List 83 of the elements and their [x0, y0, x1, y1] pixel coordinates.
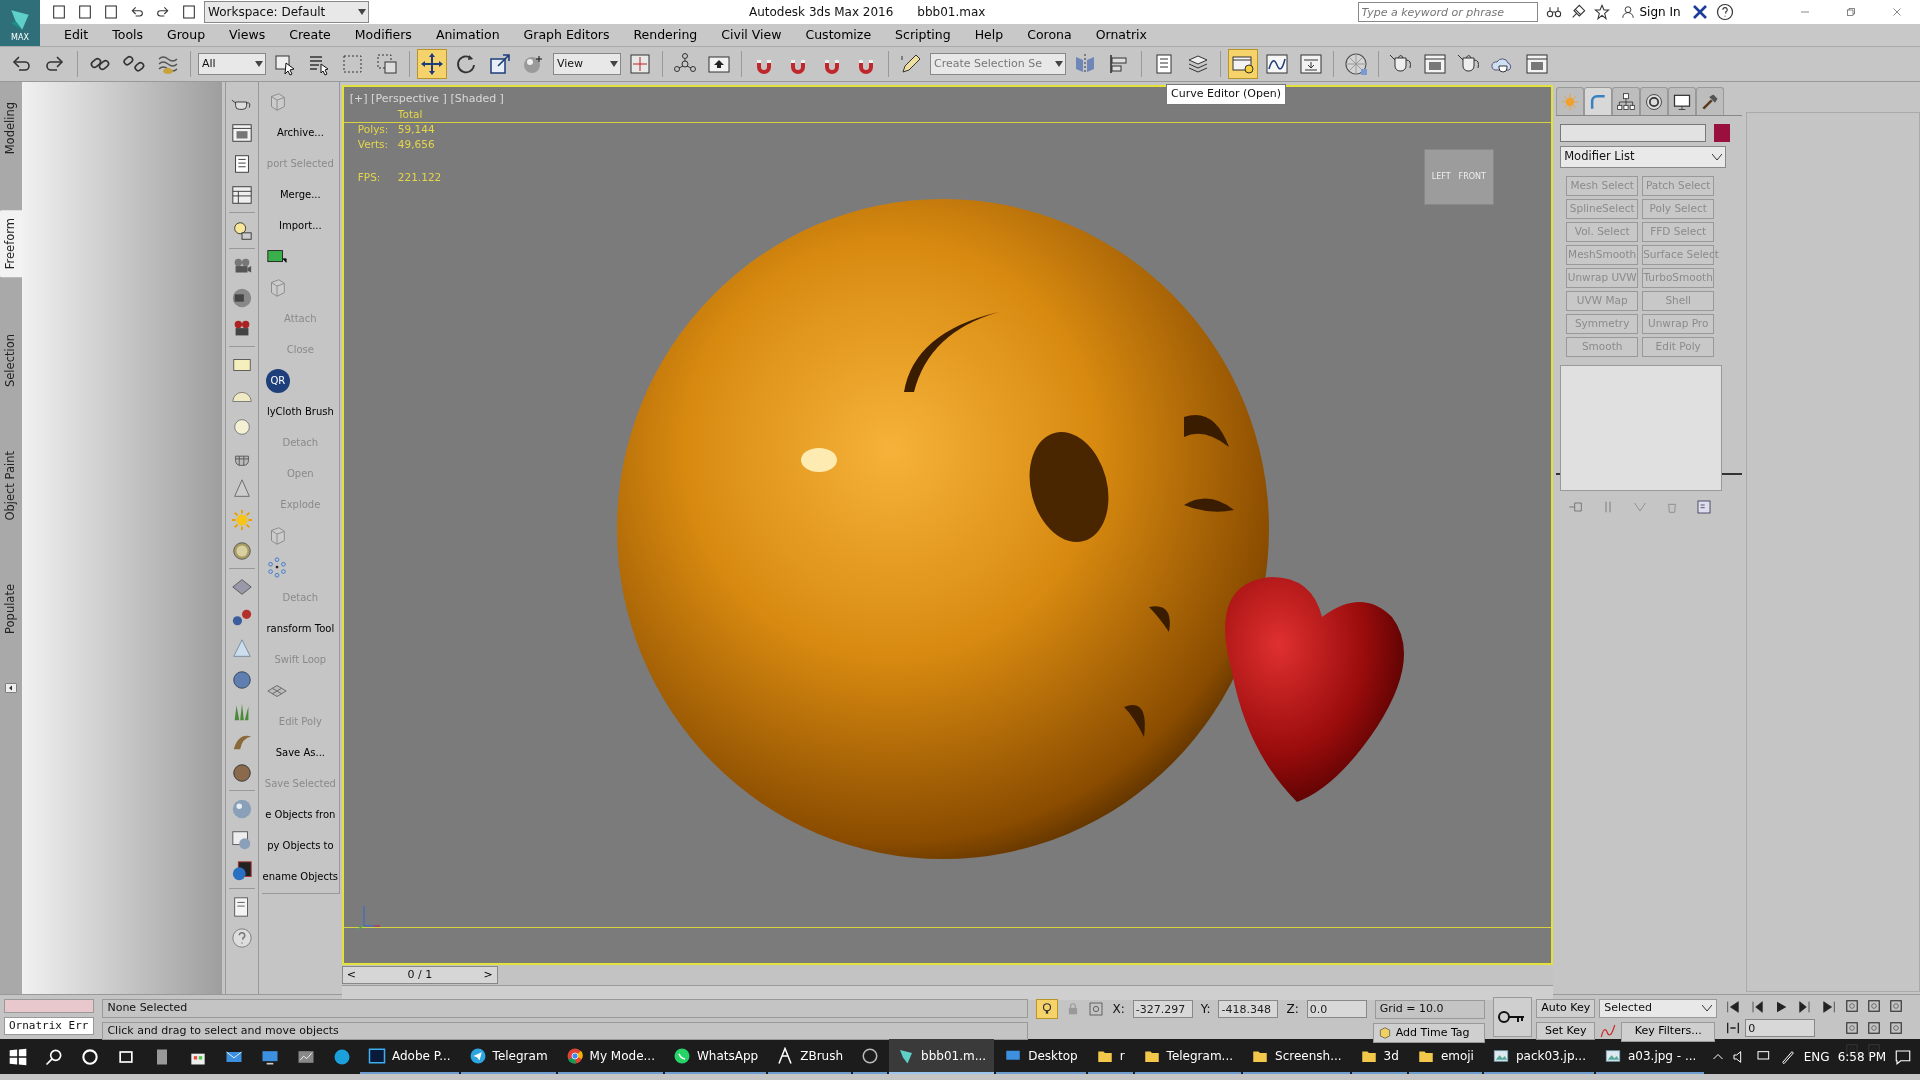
taskbar-item[interactable]: 3d	[1351, 1039, 1407, 1074]
menu-item[interactable]: Rendering	[621, 24, 710, 46]
set-key-button[interactable]: Set Key	[1536, 1021, 1596, 1040]
taskbar-item[interactable]: pack03.jp...	[1483, 1039, 1594, 1074]
stat-label: FPS:	[357, 170, 381, 185]
menu-item[interactable]: Create	[277, 24, 343, 46]
coordinate-field[interactable]: -327.297	[1132, 1000, 1193, 1018]
command-button[interactable]: lyCloth Brush	[261, 396, 339, 427]
add-time-tag-button[interactable]: Add Time Tag	[1372, 1023, 1485, 1043]
taskbar-item[interactable]: emoji	[1408, 1039, 1482, 1074]
ribbon-tab[interactable]: Populate	[0, 576, 23, 643]
menu-item[interactable]: Help	[962, 24, 1016, 46]
taskbar-item[interactable]: WhatsApp	[665, 1039, 767, 1074]
taskbar-item[interactable]: a03.jpg - ...	[1595, 1039, 1705, 1074]
menu-item[interactable]: Scripting	[883, 24, 963, 46]
key-mode-dropdown[interactable]: Selected	[1599, 999, 1718, 1018]
taskbar-item[interactable]: Telegram...	[1134, 1039, 1242, 1074]
stats-header: Total	[397, 107, 423, 122]
key-filters-button[interactable]: Key Filters...	[1621, 1021, 1716, 1042]
menu-item[interactable]: Modifiers	[342, 24, 424, 46]
previous-frame-button[interactable]: <	[342, 966, 361, 984]
time-slider[interactable]: < 0 / 1 >	[341, 966, 498, 984]
menu-item[interactable]: Group	[155, 24, 218, 46]
ribbon-tab[interactable]: Modeling	[0, 94, 23, 163]
coordinate-field[interactable]: -418.348	[1218, 1000, 1279, 1018]
grid-size-text: Grid = 10.0	[1374, 999, 1485, 1019]
menu-item[interactable]: Ornatrix	[1083, 24, 1159, 46]
coordinate-label: Y:	[1200, 1001, 1211, 1018]
command-button[interactable]: ransform Tool	[261, 613, 339, 644]
stat-label: Polys:	[357, 122, 389, 137]
tooltip: Curve Editor (Open)	[1166, 84, 1286, 105]
app-title: Autodesk 3ds Max 2016	[749, 4, 894, 21]
stat-value: 59,144	[397, 122, 435, 137]
ribbon-tab[interactable]: Freeform	[0, 210, 23, 278]
modifier-list-dropdown[interactable]: Modifier List	[1560, 146, 1727, 168]
coordinate-label: X:	[1112, 1001, 1125, 1018]
named-selection-field[interactable]: Create Selection Se	[930, 53, 1066, 75]
taskbar-item[interactable]: Telegram	[460, 1039, 556, 1074]
taskbar-item[interactable]: Adobe P...	[360, 1039, 459, 1074]
taskbar-item[interactable]: bbb01.m...	[889, 1039, 995, 1074]
auto-key-button[interactable]: Auto Key	[1536, 999, 1596, 1018]
command-button[interactable]: py Objects to	[261, 830, 339, 861]
qr-button[interactable]: QR	[265, 368, 290, 393]
stat-value: 221.122	[397, 170, 442, 185]
taskbar-item[interactable]: Desktop	[996, 1039, 1086, 1074]
workspace-dropdown[interactable]: Workspace: Default	[204, 1, 369, 23]
coordinate-label: Z:	[1286, 1001, 1299, 1018]
menu-item[interactable]: Animation	[423, 24, 512, 46]
command-button[interactable]: ename Objects	[261, 861, 339, 892]
command-button[interactable]: Save As...	[261, 737, 339, 768]
next-frame-button[interactable]: >	[479, 966, 497, 984]
menu-item[interactable]: Customize	[793, 24, 884, 46]
ribbon-tab[interactable]: Object Paint	[0, 442, 23, 529]
command-button[interactable]: Import...	[261, 210, 339, 241]
clock-text[interactable]: 6:58 PM	[1837, 1047, 1886, 1066]
application-button[interactable]: MAX	[0, 0, 40, 46]
sign-in-button[interactable]: Sign In	[1618, 2, 1684, 22]
maxscript-output-field[interactable]: Ornatrix Err	[4, 1016, 95, 1035]
stat-value: 49,656	[397, 137, 435, 152]
coordinate-field[interactable]: 0.0	[1306, 1000, 1367, 1018]
menu-item[interactable]: Corona	[1015, 24, 1084, 46]
taskbar-item[interactable]: My Mode...	[557, 1039, 663, 1074]
prompt-text: None Selected	[102, 999, 1029, 1018]
taskbar-item[interactable]: ZBrush	[768, 1039, 852, 1074]
menu-item[interactable]: Views	[217, 24, 278, 46]
command-button[interactable]: Merge...	[261, 179, 339, 210]
menu-item[interactable]: Tools	[100, 24, 155, 46]
language-indicator[interactable]: ENG	[1803, 1047, 1830, 1066]
taskbar-item[interactable]: Screensh...	[1243, 1039, 1350, 1074]
command-button[interactable]: Archive...	[261, 117, 339, 148]
file-name: bbb01.max	[917, 4, 986, 21]
toolbar-dropdown[interactable]: All	[198, 53, 266, 75]
hint-text: Click and drag to select and move objects	[102, 1021, 1029, 1040]
menu-item[interactable]: Graph Editors	[511, 24, 622, 46]
stat-label: Verts:	[357, 137, 389, 152]
ribbon-tab[interactable]: Selection	[0, 325, 23, 395]
command-button[interactable]: e Objects fron	[261, 799, 339, 830]
search-field[interactable]: Type a keyword or phrase	[1358, 2, 1539, 22]
taskbar-item[interactable]: r	[1087, 1039, 1133, 1074]
menu-item[interactable]: Edit	[52, 24, 101, 46]
current-frame-field[interactable]: 0	[1745, 1019, 1816, 1037]
toolbar-dropdown[interactable]: View	[553, 53, 621, 75]
menu-item[interactable]: Civil View	[709, 24, 794, 46]
